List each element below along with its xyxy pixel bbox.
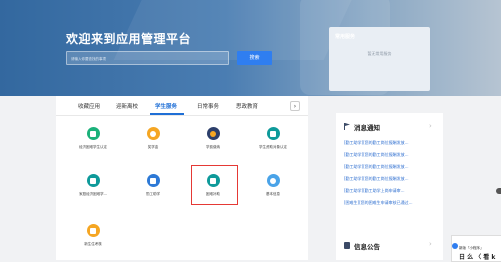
news-item[interactable]: [勤工助学][您的勤工岗位报酬发放... [344, 140, 441, 146]
service-item[interactable]: 奖学金 [128, 127, 178, 150]
search-input[interactable]: 请输入你要查找的事项 [66, 51, 229, 65]
welcome-title: 欢迎来到应用管理平台 [66, 32, 192, 46]
payment-icon [206, 127, 220, 140]
service-label: 勤工助学 [146, 192, 160, 196]
service-item[interactable]: 学费缴纳 [188, 127, 238, 150]
service-item[interactable]: 家庭经济困难学... [68, 174, 118, 197]
mini-program-label: 新版「小程序」 [459, 246, 484, 250]
service-label: 家庭经济困难学... [79, 192, 107, 196]
document-icon [86, 127, 100, 140]
tab-bar: 收藏应用 迎新离校 学生服务 日常事务 思政教育 › [56, 96, 308, 116]
service-label: 学费缴纳 [206, 145, 220, 149]
service-item[interactable]: 基本信息 [248, 174, 298, 197]
service-label: 学生资助对象认定 [259, 145, 287, 149]
tab-favorites[interactable]: 收藏应用 [78, 102, 100, 110]
checklist-icon [86, 224, 100, 237]
tab-scroll-right-button[interactable]: › [290, 101, 300, 111]
common-services-panel: 常用服务 暂无常用服务 [329, 27, 430, 91]
service-item[interactable]: 学生资助对象认定 [248, 127, 298, 150]
news-title: 消息通知 [354, 124, 380, 132]
news-card: 消息通知 › [勤工助学][您的勤工岗位报酬发放... [勤工助学][您的勤工岗… [336, 113, 443, 260]
service-label: 基本信息 [266, 192, 280, 196]
search-button[interactable]: 搜索 [237, 51, 272, 65]
services-card: 收藏应用 迎新离校 学生服务 日常事务 思政教育 › 经济困难学生认定 奖学金 … [56, 96, 308, 260]
person-icon [266, 174, 280, 187]
service-label: 经济困难学生认定 [79, 145, 107, 149]
monitor-icon [146, 174, 160, 187]
monitor-icon [86, 174, 100, 187]
tab-political-education[interactable]: 思政教育 [236, 102, 258, 110]
news-item[interactable]: [勤工助学][您的勤工岗位报酬发放... [344, 164, 441, 170]
common-services-title: 常用服务 [335, 34, 356, 40]
news-item[interactable]: [勤工助学][您的勤工岗位报酬发放... [344, 176, 441, 182]
news-item[interactable]: [勤工助学][您的勤工岗位报酬发放... [344, 152, 441, 158]
service-label: 奖学金 [147, 145, 159, 149]
announcement-icon [344, 242, 350, 249]
side-handle[interactable] [496, 188, 501, 194]
common-services-empty: 暂无常用服务 [367, 51, 392, 56]
monitor-icon [266, 127, 280, 140]
service-item[interactable]: 经济困难学生认定 [68, 127, 118, 150]
selection-highlight [191, 165, 238, 205]
info-title: 信息公告 [354, 243, 380, 251]
news-item[interactable]: [勤工助学][勤工助学上岗申请审... [344, 188, 441, 194]
news-more-button[interactable]: › [429, 122, 432, 130]
service-label: 新生住考核 [84, 242, 102, 246]
medal-icon [146, 127, 160, 140]
divider [56, 115, 308, 116]
tab-student-services[interactable]: 学生服务 [155, 102, 177, 110]
mini-program-icon [452, 243, 458, 249]
info-more-button[interactable]: › [429, 240, 432, 248]
tab-enrollment[interactable]: 迎新离校 [116, 102, 138, 110]
service-item[interactable]: 勤工助学 [128, 174, 178, 197]
service-item[interactable]: 新生住考核 [68, 224, 118, 247]
news-item[interactable]: [困难生][您的困难生申请审核已通过... [344, 200, 441, 206]
flag-icon [344, 123, 350, 130]
tab-daily-affairs[interactable]: 日常事务 [197, 102, 219, 110]
